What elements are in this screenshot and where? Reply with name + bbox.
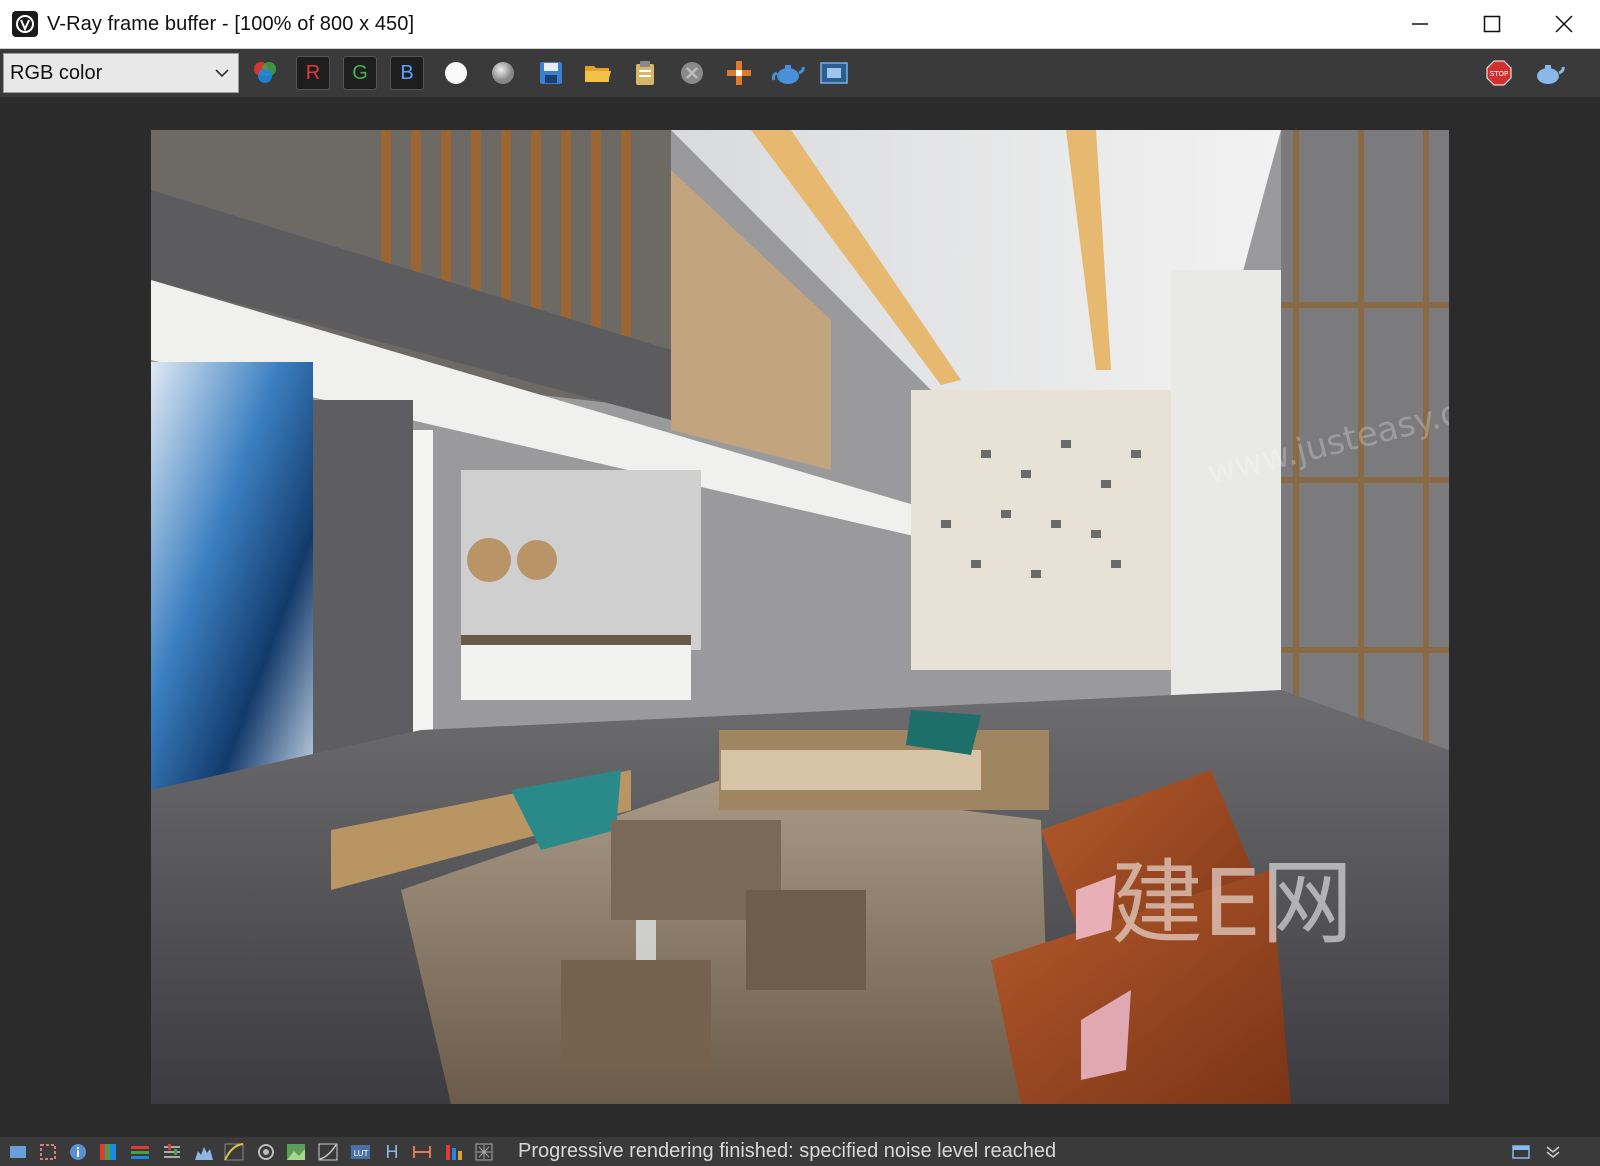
info-icon[interactable] <box>68 1142 88 1162</box>
lut-curve-icon[interactable] <box>318 1142 338 1162</box>
rendered-image: 建E网 www.justeasy.cn <box>151 130 1449 1104</box>
color-corrections-icon <box>254 62 276 83</box>
histogram-button[interactable]: H <box>382 1142 402 1162</box>
crosshair-icon <box>727 61 751 85</box>
clipboard-icon <box>636 61 654 85</box>
minimize-icon <box>1412 23 1428 25</box>
vfb-window: V-Ray frame buffer - [100% of 800 x 450]… <box>0 0 1600 1166</box>
minimize-button[interactable] <box>1384 0 1456 48</box>
gray-point-button[interactable] <box>487 57 519 89</box>
white-circle-icon <box>445 62 467 84</box>
window-controls <box>1384 0 1600 48</box>
track-mouse-button[interactable] <box>723 57 755 89</box>
expand-chevron-icon[interactable] <box>1543 1142 1563 1162</box>
svg-text:LUT: LUT <box>354 1149 369 1158</box>
render-viewport[interactable]: 建E网 www.justeasy.cn <box>0 97 1600 1137</box>
background-image-icon[interactable] <box>286 1142 306 1162</box>
history-film-icon <box>820 62 848 84</box>
watermark-brand: 建E网 <box>1111 850 1353 957</box>
stop-sign-icon: STOP <box>1486 60 1512 86</box>
color-corrections-button[interactable] <box>249 57 281 89</box>
clear-x-icon <box>681 62 703 84</box>
status-bar: LUT H Progressive rendering finished: sp… <box>0 1137 1600 1166</box>
save-disk-icon <box>540 62 562 84</box>
compare-ab-icon[interactable] <box>412 1142 432 1162</box>
render-teapot-button[interactable] <box>770 57 806 89</box>
open-image-button[interactable] <box>582 57 614 89</box>
teapot-render-icon <box>1537 65 1565 84</box>
chevron-down-icon <box>215 69 229 78</box>
svg-text:STOP: STOP <box>1490 70 1508 78</box>
folder-icon <box>585 66 611 82</box>
lut-icon[interactable]: LUT <box>350 1142 370 1162</box>
window-title: V-Ray frame buffer - [100% of 800 x 450] <box>47 12 415 35</box>
vfb-toolbar: RGB color R G B STOP <box>0 49 1600 97</box>
color-balance-icon[interactable] <box>162 1142 182 1162</box>
stop-render-button[interactable]: STOP <box>1483 57 1515 89</box>
teapot-icon <box>771 65 805 84</box>
close-icon <box>1555 15 1573 33</box>
status-message: Progressive rendering finished: specifie… <box>518 1140 1057 1162</box>
blue-channel-button[interactable]: B <box>390 56 424 90</box>
save-image-button[interactable] <box>535 57 567 89</box>
copy-clipboard-button[interactable] <box>629 57 661 89</box>
red-channel-button[interactable]: R <box>296 56 330 90</box>
green-channel-button[interactable]: G <box>343 56 377 90</box>
white-point-button[interactable] <box>440 57 472 89</box>
gray-circle-icon <box>492 62 514 84</box>
maximize-icon <box>1483 15 1501 33</box>
hsl-icon[interactable] <box>130 1142 150 1162</box>
channel-select-value: RGB color <box>10 61 103 84</box>
display-bars-icon[interactable] <box>444 1142 464 1162</box>
clear-image-button[interactable] <box>676 57 708 89</box>
pixel-info-icon[interactable] <box>474 1142 494 1162</box>
status-window-icon[interactable] <box>8 1142 28 1162</box>
levels-icon[interactable] <box>194 1142 214 1162</box>
region-render-icon[interactable] <box>38 1142 58 1162</box>
maximize-button[interactable] <box>1456 0 1528 48</box>
title-bar[interactable]: V-Ray frame buffer - [100% of 800 x 450] <box>0 0 1600 49</box>
render-last-button[interactable] <box>1530 57 1566 89</box>
lobby-render-image: 建E网 www.justeasy.cn <box>151 130 1449 1104</box>
vray-logo-icon <box>12 11 38 37</box>
close-button[interactable] <box>1528 0 1600 48</box>
color-correction-icon[interactable] <box>98 1142 118 1162</box>
exposure-icon[interactable] <box>256 1142 276 1162</box>
curves-icon[interactable] <box>224 1142 244 1162</box>
channel-select[interactable]: RGB color <box>3 53 239 93</box>
vfb-history-button[interactable] <box>818 57 850 89</box>
panel-toggle-icon[interactable] <box>1511 1142 1531 1162</box>
